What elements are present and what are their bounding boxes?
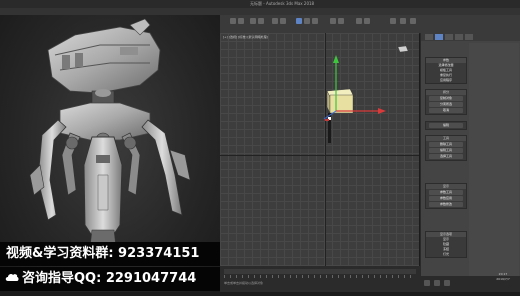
- move-icon[interactable]: [296, 18, 302, 24]
- unlink-icon[interactable]: [258, 18, 264, 24]
- cancel-button[interactable]: 取消: [429, 108, 463, 113]
- rollout-item[interactable]: 应用程序: [426, 78, 466, 83]
- tab-hierarchy[interactable]: [445, 34, 453, 40]
- tab-modify[interactable]: [435, 34, 443, 40]
- transform-gizmo[interactable]: [220, 33, 419, 266]
- overlay-banner-group: 视频&学习资料群: 923374151: [0, 242, 220, 266]
- redo-icon[interactable]: [238, 18, 244, 24]
- rotate-icon[interactable]: [304, 18, 310, 24]
- tab-display[interactable]: [465, 34, 473, 40]
- select-tool-button[interactable]: 选择工具: [429, 154, 463, 159]
- rollout-title[interactable]: 显示: [426, 184, 466, 189]
- param-modify-button[interactable]: 参数修改: [429, 202, 463, 207]
- rollout-tools: 工具 删除工具 编辑工具 选择工具: [425, 135, 467, 161]
- angle-snap-icon[interactable]: [338, 18, 344, 24]
- select-by-name-icon[interactable]: [280, 18, 286, 24]
- edit-tool-button[interactable]: 编辑工具: [429, 148, 463, 153]
- rollout-title[interactable]: 拆分: [426, 90, 466, 95]
- param-tool-button[interactable]: 参数工具: [429, 190, 463, 195]
- rollout-edit: 编辑: [425, 121, 467, 130]
- mirror-icon[interactable]: [356, 18, 362, 24]
- modifier-stack-area[interactable]: [469, 43, 519, 283]
- rollout-split: 拆分 复制对象 分离所选 取消: [425, 89, 467, 115]
- scale-icon[interactable]: [312, 18, 318, 24]
- edit-button[interactable]: 编辑: [429, 123, 463, 128]
- tab-motion[interactable]: [455, 34, 463, 40]
- copy-object-button[interactable]: 复制对象: [429, 96, 463, 101]
- align-icon[interactable]: [364, 18, 370, 24]
- command-panel-tabs: [421, 33, 520, 41]
- param-apply-button[interactable]: 参数应用: [429, 196, 463, 201]
- app-icon[interactable]: [434, 280, 440, 286]
- snap-icon[interactable]: [330, 18, 336, 24]
- window-title: 无标题 - Autodesk 3ds Max 2018: [250, 1, 315, 6]
- status-prompt: 单击或单击并拖动以选择对象: [224, 281, 264, 285]
- timeline-status-bar: 单击或单击并拖动以选择对象: [220, 266, 420, 292]
- rollout-display: 显示 参数工具 参数应用 参数修改: [425, 183, 467, 209]
- render-setup-icon[interactable]: [400, 18, 406, 24]
- menu-bar: 文件(F) 编辑(E) 工具(T) 组(G) 视图(V) 创建(C) 修改器(M…: [0, 8, 520, 24]
- rollout-item[interactable]: 灯光: [426, 252, 466, 257]
- cloud-icon: [5, 273, 19, 281]
- perspective-viewport[interactable]: [+] [透视] [标准] [默认明暗处理]: [220, 33, 419, 266]
- command-panel: 参数 选择修改器 模板工具 重复执行 应用程序 拆分 复制对象 分离所选 取消 …: [420, 33, 520, 292]
- rollout-title[interactable]: 工具: [426, 136, 466, 141]
- time-slider[interactable]: [224, 269, 416, 274]
- overlay-banner-qq: 咨询指导QQ: 2291047744: [0, 267, 220, 291]
- delete-tool-button[interactable]: 删除工具: [429, 142, 463, 147]
- select-icon[interactable]: [272, 18, 278, 24]
- system-clock: 20:17 2019/7/7: [488, 272, 518, 282]
- app-icon[interactable]: [424, 280, 430, 286]
- qq-number-text: 咨询指导QQ: 2291047744: [22, 271, 197, 286]
- link-icon[interactable]: [250, 18, 256, 24]
- group-number-text: 视频&学习资料群: 923374151: [6, 246, 200, 261]
- title-bar: 无标题 - Autodesk 3ds Max 2018: [0, 0, 520, 8]
- render-icon[interactable]: [410, 18, 416, 24]
- undo-icon[interactable]: [230, 18, 236, 24]
- tab-create[interactable]: [425, 34, 433, 40]
- detach-selected-button[interactable]: 分离所选: [429, 102, 463, 107]
- timeline-ticks: [224, 275, 416, 278]
- clock-date: 2019/7/7: [496, 277, 510, 281]
- app-icon[interactable]: [444, 280, 450, 286]
- rollout-parameters: 参数 选择修改器 模板工具 重复执行 应用程序: [425, 57, 467, 84]
- material-editor-icon[interactable]: [390, 18, 396, 24]
- rollout-display-options: 显示选项 显示 隐藏 冻结 灯光: [425, 231, 467, 258]
